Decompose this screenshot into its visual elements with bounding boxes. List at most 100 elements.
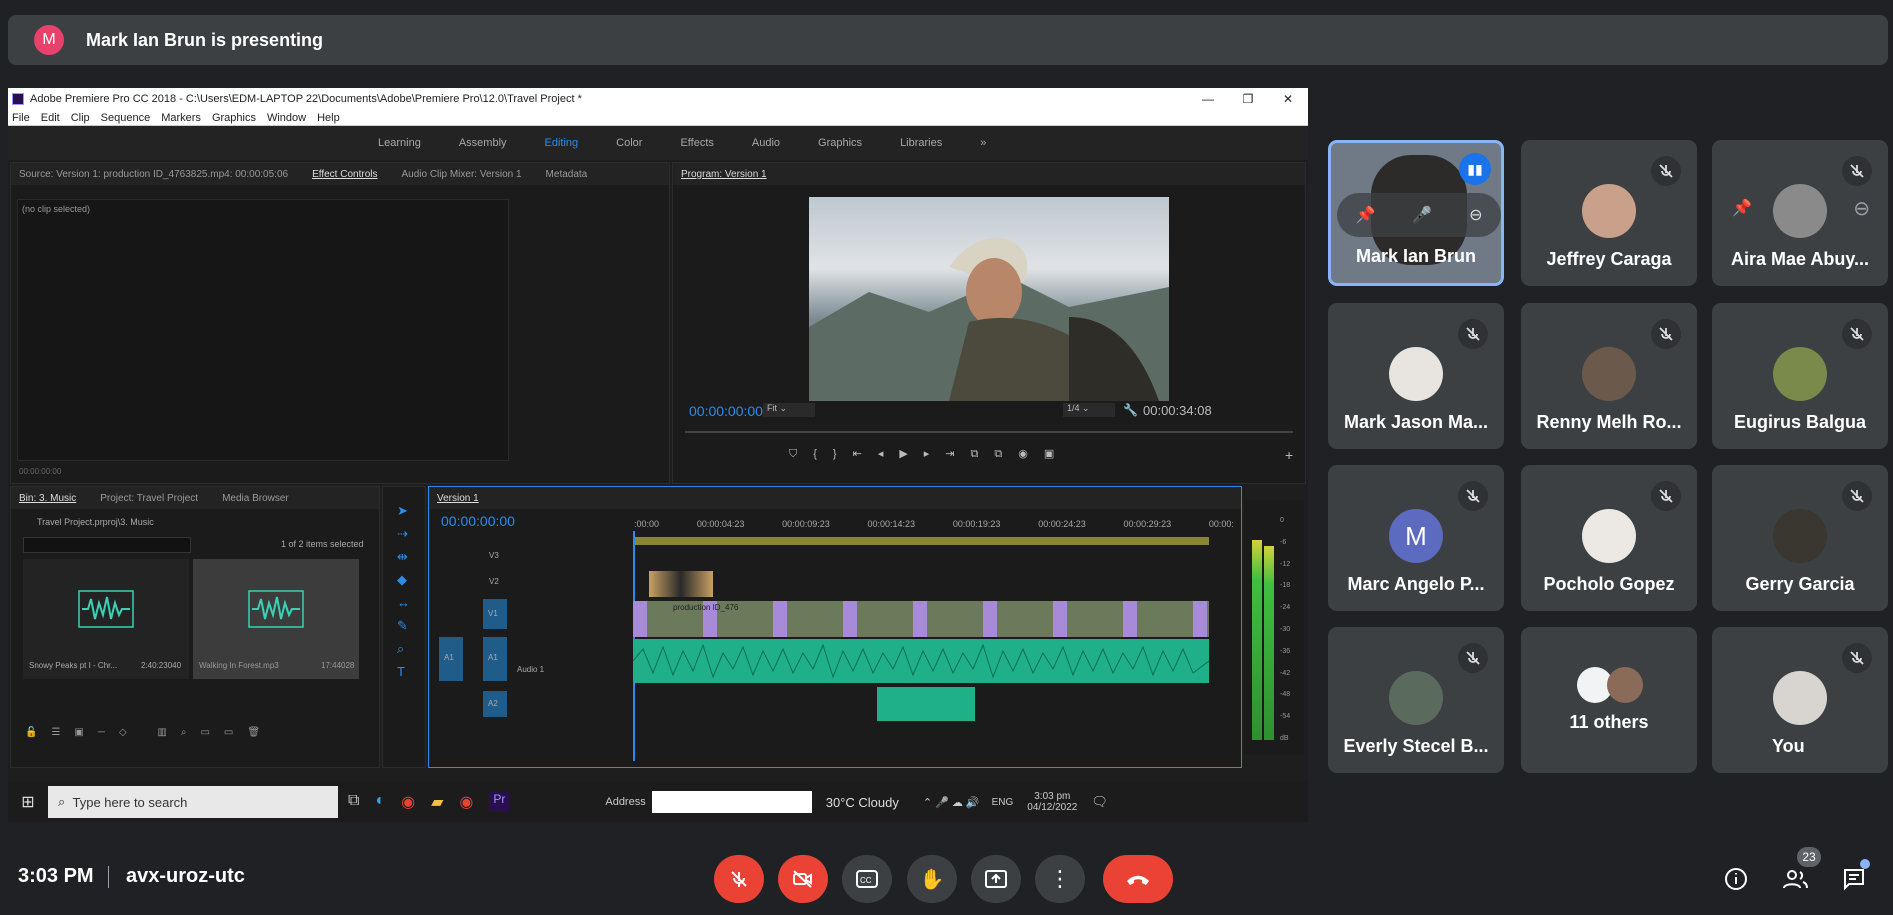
fit-dropdown[interactable]: Fit ⌄: [763, 403, 815, 417]
more-options-button[interactable]: ⋮: [1035, 855, 1085, 903]
track-v1[interactable]: V1: [483, 599, 507, 629]
close-icon[interactable]: ✕: [1268, 92, 1308, 106]
work-area-bar[interactable]: [633, 537, 1209, 545]
track-v2[interactable]: V2: [489, 577, 499, 586]
project-toolbar[interactable]: 🔓☰▣─◇ ▥⌕▭▭🗑: [25, 727, 274, 738]
program-scrubber[interactable]: [685, 431, 1293, 433]
tray-icons[interactable]: ⌃ 🎤 ☁ 🔊: [923, 796, 980, 809]
workspace-editing[interactable]: Editing: [545, 137, 579, 149]
pin-icon[interactable]: 📌: [1355, 205, 1375, 225]
workspace-audio[interactable]: Audio: [752, 137, 780, 149]
participant-tile[interactable]: Eugirus Balgua: [1712, 303, 1888, 449]
menu-window[interactable]: Window: [267, 112, 306, 124]
workspace-learning[interactable]: Learning: [378, 137, 421, 149]
project-search-input[interactable]: [23, 537, 191, 553]
chrome-icon[interactable]: ◉: [401, 792, 415, 812]
participant-tile[interactable]: 11 others: [1521, 627, 1697, 773]
present-button[interactable]: [971, 855, 1021, 903]
participant-tile[interactable]: You: [1712, 627, 1888, 773]
participant-tile[interactable]: Everly Stecel B...: [1328, 627, 1504, 773]
v1-clips[interactable]: production ID_476: [633, 601, 1209, 637]
workspace-graphics[interactable]: Graphics: [818, 137, 862, 149]
menu-graphics[interactable]: Graphics: [212, 112, 256, 124]
minimize-icon[interactable]: —: [1188, 92, 1228, 106]
add-button-icon[interactable]: +: [1285, 447, 1293, 463]
mic-toggle-button[interactable]: [714, 855, 764, 903]
participant-tile[interactable]: Pocholo Gopez: [1521, 465, 1697, 611]
tab-bin-music[interactable]: Bin: 3. Music: [19, 493, 76, 504]
participant-tile[interactable]: Gerry Garcia: [1712, 465, 1888, 611]
participant-tile[interactable]: 📌 ⊖ Aira Mae Abuy...: [1712, 140, 1888, 286]
address-input[interactable]: [651, 791, 812, 813]
participant-photo: [1389, 671, 1443, 725]
menu-file[interactable]: File: [12, 112, 30, 124]
program-timecode[interactable]: 00:00:00:00: [689, 403, 763, 419]
remove-icon[interactable]: ⊖: [1853, 196, 1870, 221]
notification-icon[interactable]: 🗨: [1091, 794, 1108, 810]
hand-icon: ✋: [919, 868, 945, 891]
task-view-icon[interactable]: ⧉: [348, 792, 359, 812]
workspace-assembly[interactable]: Assembly: [459, 137, 507, 149]
weather[interactable]: 30°C Cloudy: [826, 795, 899, 810]
participant-tile[interactable]: Mark Jason Ma...: [1328, 303, 1504, 449]
captions-button[interactable]: CC: [842, 855, 892, 903]
tab-audio-clip-mixer[interactable]: Audio Clip Mixer: Version 1: [401, 169, 521, 180]
pin-icon[interactable]: 📌: [1732, 198, 1752, 218]
edge-icon[interactable]: ◐: [375, 792, 385, 812]
wrench-icon[interactable]: 🔧: [1123, 403, 1138, 417]
raise-hand-button[interactable]: ✋: [907, 855, 957, 903]
more-workspaces-icon[interactable]: »: [980, 137, 986, 149]
windows-start-icon[interactable]: ⊞: [8, 792, 48, 812]
captions-icon: CC: [856, 870, 878, 888]
taskbar-clock[interactable]: 3:03 pm 04/12/2022: [1027, 791, 1077, 813]
chrome-icon-2[interactable]: ◉: [459, 792, 473, 812]
camera-toggle-button[interactable]: [778, 855, 828, 903]
v2-clip[interactable]: [649, 571, 713, 597]
source-a1[interactable]: A1: [439, 637, 463, 681]
tab-metadata[interactable]: Metadata: [546, 169, 588, 180]
a2-audio-clip[interactable]: [877, 687, 975, 721]
bin-item-2[interactable]: Walking In Forest.mp3 17:44028: [193, 559, 359, 679]
participant-tile[interactable]: Jeffrey Caraga: [1521, 140, 1697, 286]
bin-item-1[interactable]: Snowy Peaks pt I - Chr... 2:40:23040: [23, 559, 189, 679]
workspace-color[interactable]: Color: [616, 137, 642, 149]
shared-screen: Adobe Premiere Pro CC 2018 - C:\Users\ED…: [8, 88, 1308, 822]
menu-help[interactable]: Help: [317, 112, 340, 124]
restore-icon[interactable]: ❐: [1228, 92, 1268, 106]
tab-project[interactable]: Project: Travel Project: [100, 493, 198, 504]
tab-source[interactable]: Source: Version 1: production ID_4763825…: [19, 169, 288, 180]
premiere-taskbar-icon[interactable]: Pr: [489, 792, 510, 812]
meter-tick: -48: [1280, 691, 1291, 699]
people-button[interactable]: 23: [1779, 847, 1821, 895]
workspace-effects[interactable]: Effects: [680, 137, 713, 149]
menu-clip[interactable]: Clip: [71, 112, 90, 124]
participant-tile[interactable]: M Marc Angelo P...: [1328, 465, 1504, 611]
workspace-libraries[interactable]: Libraries: [900, 137, 942, 149]
menu-sequence[interactable]: Sequence: [101, 112, 151, 124]
a1-audio-clip[interactable]: [632, 639, 1210, 683]
menu-markers[interactable]: Markers: [161, 112, 201, 124]
track-a1[interactable]: A1: [483, 637, 507, 681]
chat-button[interactable]: [1838, 859, 1870, 895]
timeline-tab[interactable]: Version 1: [437, 493, 479, 504]
participant-tile[interactable]: ▮▮ 📌 🎤 ⊖ Mark Ian Brun: [1328, 140, 1504, 286]
mute-participant-icon[interactable]: 🎤: [1412, 205, 1432, 225]
menu-edit[interactable]: Edit: [41, 112, 60, 124]
tool-icons[interactable]: ➤ ⇢ ⇹ ◆ ↔ ✎ ⌕ T: [397, 499, 413, 683]
tab-media-browser[interactable]: Media Browser: [222, 493, 289, 504]
language[interactable]: ENG: [992, 797, 1014, 808]
meeting-details-button[interactable]: [1720, 863, 1752, 895]
tab-effect-controls[interactable]: Effect Controls: [312, 169, 377, 180]
track-v3[interactable]: V3: [489, 551, 499, 560]
file-explorer-icon[interactable]: ▰: [431, 792, 443, 812]
timeline-timecode[interactable]: 00:00:00:00: [441, 513, 515, 529]
taskbar-search[interactable]: ⌕ Type here to search: [48, 786, 338, 818]
remove-icon[interactable]: ⊖: [1469, 205, 1482, 225]
transport-controls[interactable]: ⛉{}⇤◂▶▸⇥⧉⧉◉▣: [789, 447, 1070, 461]
ruler-4: 00:00:19:23: [952, 519, 1001, 529]
participant-tile[interactable]: Renny Melh Ro...: [1521, 303, 1697, 449]
resolution-dropdown[interactable]: 1/4 ⌄: [1063, 403, 1115, 417]
meter-tick: dB: [1280, 734, 1289, 742]
end-call-button[interactable]: [1103, 855, 1173, 903]
track-a2[interactable]: A2: [483, 691, 507, 717]
